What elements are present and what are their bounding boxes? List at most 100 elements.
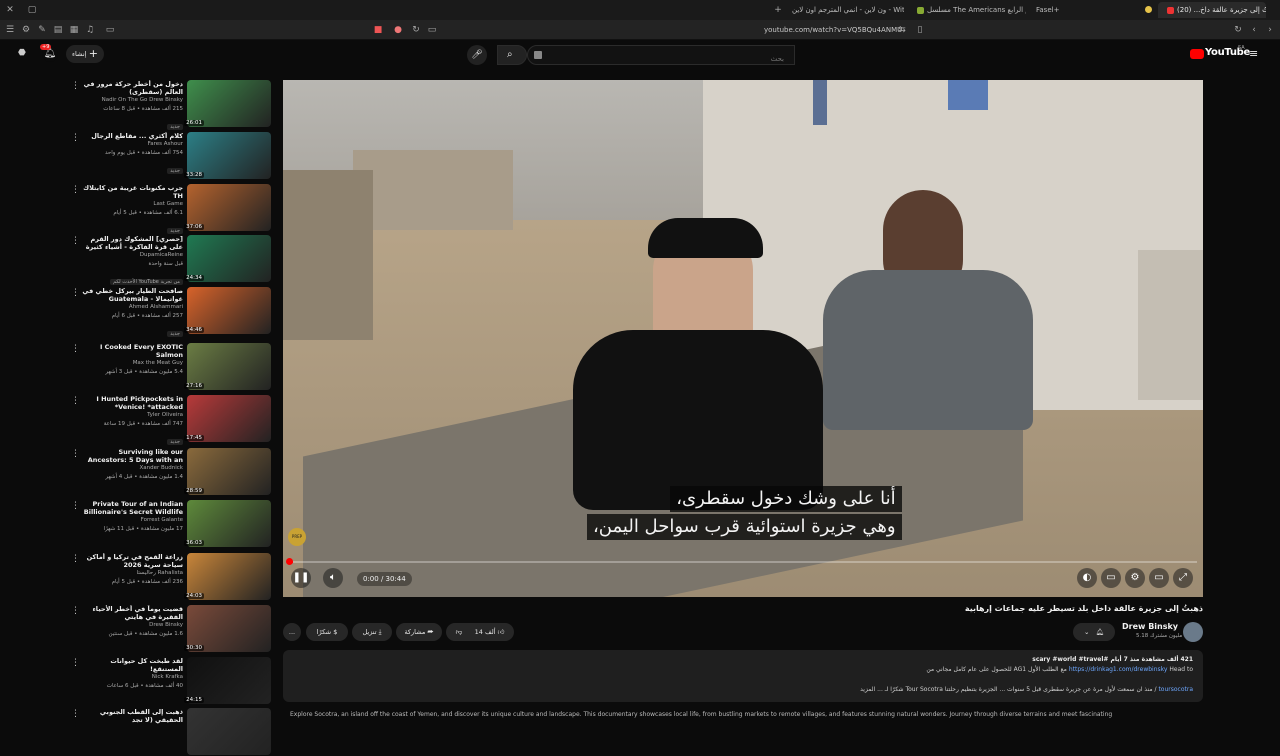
- reload-icon[interactable]: ↻: [410, 24, 422, 36]
- voice-search-icon[interactable]: 🎤︎: [467, 45, 487, 65]
- list-item[interactable]: ⋮ I Cooked Every EXOTIC Salmon Max the Mea…: [60, 343, 272, 391]
- list-item[interactable]: ⋮ صافحت الطيار بيركل خطي في غواتيمالا - G…: [60, 287, 272, 337]
- theater-mode-icon[interactable]: ▭: [1149, 568, 1169, 588]
- hamburger-menu-icon[interactable]: ≡: [1249, 47, 1258, 60]
- thanks-button[interactable]: شكرًا $: [306, 623, 348, 641]
- list-item[interactable]: ⋮ دخول من أخطر حركة مرور في العالم (سقطرى…: [60, 80, 272, 130]
- back-icon[interactable]: ‹: [1248, 24, 1260, 36]
- bookmark-icon[interactable]: ▯: [914, 24, 926, 36]
- item-channel-name[interactable]: Xander Budnick: [140, 465, 183, 471]
- search-input[interactable]: [528, 50, 794, 68]
- settings-icon[interactable]: ⚙: [20, 24, 32, 36]
- item-title[interactable]: ذهبت إلى القطب الجنوبي الحقيقي (لا تجد: [78, 708, 183, 724]
- dislike-icon[interactable]: 👎︎: [456, 628, 463, 636]
- item-meta: [حصري] المشكوك دور القرم على قرة الفاكرة…: [78, 235, 183, 287]
- item-channel-name[interactable]: Tyler Oliveira: [147, 412, 183, 418]
- window-icon[interactable]: ▭: [104, 24, 116, 36]
- description-text: Head to: [1169, 666, 1193, 673]
- tab-fasel[interactable]: Fasel+: [1030, 2, 1100, 18]
- extension-icon[interactable]: ■: [372, 24, 384, 36]
- list-item[interactable]: ⋮ I Hunted Pickpockets in Venice! *attack…: [60, 395, 272, 445]
- download-button[interactable]: تنزيل ⤓: [352, 623, 392, 641]
- list-item[interactable]: ⋮ ذهبت إلى القطب الجنوبي الحقيقي (لا تجد: [60, 708, 272, 756]
- channel-avatar[interactable]: [1183, 622, 1203, 642]
- tab-witanime[interactable]: ون لاين - انمي المترجم اون لاين - WitAni…: [786, 2, 904, 18]
- edit-icon[interactable]: ✎: [36, 24, 48, 36]
- screenshot-icon[interactable]: ▭: [426, 24, 438, 36]
- list-item[interactable]: ⋮ [حصري] المشكوك دور القرم على قرة الفاكر…: [60, 235, 272, 285]
- like-count[interactable]: 14 ألف: [475, 628, 496, 636]
- fullscreen-icon[interactable]: ⤢: [1173, 568, 1193, 588]
- description-text: منذ ان سمعت لأول مرة عن جزيرة سقطرى قبل …: [860, 686, 1153, 693]
- search-box[interactable]: [527, 45, 795, 68]
- share-button[interactable]: مشاركة ⮫: [396, 623, 442, 641]
- music-icon[interactable]: ♫: [84, 24, 96, 36]
- item-channel-name[interactable]: Forrest Galante: [141, 517, 183, 523]
- item-channel-name[interactable]: Max the Meat Guy: [133, 360, 183, 366]
- channel-name[interactable]: Drew Binsky: [1122, 622, 1178, 631]
- list-item[interactable]: ⋮ قضيت يوماً في أخطر الأحياء الفقيرة في ه…: [60, 605, 272, 653]
- list-item[interactable]: ⋮ لقد طبخت كل حيوانات المستنقع! Nick Krafk…: [60, 657, 272, 705]
- item-channel-name[interactable]: Drew Binsky: [149, 622, 183, 628]
- item-title[interactable]: دخول من أخطر حركة مرور في العالم (سقطرى): [78, 80, 183, 96]
- item-channel-name[interactable]: Last Game: [153, 201, 183, 207]
- split-view-icon[interactable]: ▤: [52, 24, 64, 36]
- sidebar-toggle-icon[interactable]: ☰: [4, 24, 16, 36]
- forward-icon[interactable]: ›: [1264, 24, 1276, 36]
- item-title[interactable]: زراعة القمح في تركيا و أماكن سياحة سرية …: [78, 553, 183, 569]
- item-channel-name[interactable]: DupamicaReine: [140, 252, 183, 258]
- item-channel-name[interactable]: Ahmed Alshammari: [129, 304, 183, 310]
- channel-watermark[interactable]: PREP: [288, 528, 306, 546]
- volume-icon[interactable]: 🔈︎: [323, 568, 343, 588]
- video-player[interactable]: PREP أنا على وشك دخول سقطرى، وهي جزيرة ا…: [283, 80, 1203, 597]
- list-item[interactable]: ⋮ كلام أكثري ... مقاطع الرجال Fares Ashour…: [60, 132, 272, 180]
- refresh-icon[interactable]: ↻: [1232, 24, 1244, 36]
- item-title[interactable]: قضيت يوماً في أخطر الأحياء الفقيرة في ها…: [78, 605, 183, 621]
- item-title[interactable]: I Hunted Pickpockets in Venice! *attacke…: [78, 395, 183, 411]
- progress-bar[interactable]: [289, 561, 1197, 563]
- window-menu-icon[interactable]: ✕: [4, 4, 16, 16]
- tab-search-icon[interactable]: ▢: [26, 4, 38, 16]
- pause-icon[interactable]: ❚❚: [291, 568, 311, 588]
- keyboard-icon[interactable]: [534, 51, 542, 59]
- item-title[interactable]: كلام أكثري ... مقاطع الرجال: [78, 132, 183, 140]
- item-channel-name[interactable]: Rahalista رحاليستا: [137, 570, 183, 576]
- list-item[interactable]: ⋮ زراعة القمح في تركيا و أماكن سياحة سرية…: [60, 553, 272, 601]
- item-thumbnail[interactable]: [187, 708, 271, 755]
- progress-scrubber[interactable]: [286, 558, 293, 565]
- list-item[interactable]: ⋮ Surviving like our Ancestors: 5 Days wi…: [60, 448, 272, 496]
- item-title[interactable]: [حصري] المشكوك دور القرم على قرة الفاكرة…: [78, 235, 183, 251]
- tab-americans[interactable]: مسلسل The Americans الموسم الرابع: [908, 2, 1026, 18]
- create-button[interactable]: إنشاء +: [66, 45, 104, 63]
- extension-icon[interactable]: ●: [392, 24, 404, 36]
- settings-gear-icon[interactable]: ⚙: [1125, 568, 1145, 588]
- item-channel-name[interactable]: Nadir On The Go Drew Binsky: [102, 97, 183, 103]
- subscribe-button[interactable]: ⌄ 🔔︎: [1073, 623, 1115, 641]
- item-channel-name[interactable]: Fares Ashour: [148, 141, 183, 147]
- item-channel-name[interactable]: Nick Krafka: [152, 674, 183, 680]
- panel-icon[interactable]: ▦: [68, 24, 80, 36]
- item-title[interactable]: صافحت الطيار بيركل خطي في غواتيمالا - Gu…: [78, 287, 183, 303]
- autoplay-toggle-icon[interactable]: ◐: [1077, 568, 1097, 588]
- new-tab-icon[interactable]: +: [772, 4, 784, 16]
- like-icon[interactable]: 👍︎: [498, 628, 505, 636]
- tab-current-video[interactable]: ذهبتُ إلى جزيرة عالقة داخ... (20): [1158, 2, 1266, 18]
- item-meta: كلام أكثري ... مقاطع الرجال Fares Ashour 7…: [78, 132, 183, 176]
- more-actions-button[interactable]: ...: [283, 623, 301, 641]
- account-icon[interactable]: ⬣: [18, 48, 26, 58]
- url-text[interactable]: youtube.com/watch?v=VQ5BQu4ANMU: [764, 24, 902, 36]
- description-box[interactable]: 421 ألف مشاهدة منذ 7 أيام #scary #world …: [283, 650, 1203, 702]
- subtitles-icon[interactable]: ▭: [1101, 568, 1121, 588]
- hashtag-link[interactable]: toursocotra: [1158, 686, 1193, 693]
- list-item[interactable]: ⋮ Private Tour of an Indian Billionaire's…: [60, 500, 272, 548]
- item-title[interactable]: لقد طبخت كل حيوانات المستنقع!: [78, 657, 183, 673]
- item-title[interactable]: Surviving like our Ancestors: 5 Days wit…: [78, 448, 183, 464]
- description-link[interactable]: https://drinkag1.com/drewbinsky: [1069, 666, 1168, 673]
- list-item[interactable]: ⋮ جرب مكنونات غريبة من كابتلاك TH Last Gam…: [60, 184, 272, 234]
- item-title[interactable]: Private Tour of an Indian Billionaire's …: [78, 500, 183, 516]
- item-title[interactable]: جرب مكنونات غريبة من كابتلاك TH: [78, 184, 183, 200]
- item-title[interactable]: I Cooked Every EXOTIC Salmon: [78, 343, 183, 359]
- share-url-icon[interactable]: ⇆: [896, 24, 908, 36]
- item-meta: I Hunted Pickpockets in Venice! *attacke…: [78, 395, 183, 447]
- search-button[interactable]: ⌕: [497, 45, 527, 65]
